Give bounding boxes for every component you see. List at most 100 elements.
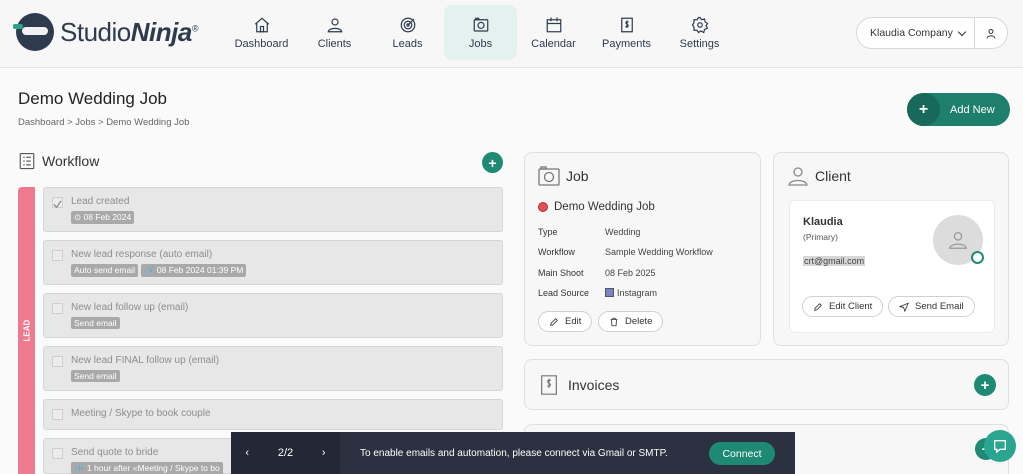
nav-jobs[interactable]: Jobs	[444, 5, 517, 60]
workflow-title: Workflow	[42, 153, 100, 169]
field-value: Wedding	[605, 227, 641, 237]
breadcrumb[interactable]: Dashboard > Jobs > Demo Wedding Job	[18, 117, 189, 128]
banner-page: 2/2	[277, 447, 294, 459]
edit-client-button[interactable]: Edit Client	[802, 296, 884, 317]
add-invoice-button[interactable]: +	[974, 374, 996, 396]
page-title: Demo Wedding Job	[18, 89, 167, 108]
edit-label: Edit	[565, 316, 582, 327]
task-tag: 🔗 1 hour after «Meeting / Skype to bo	[71, 462, 223, 474]
plus-icon: +	[907, 93, 940, 126]
connect-button[interactable]: Connect	[709, 442, 775, 465]
task-tag: Auto send email	[71, 264, 138, 277]
invoices-card: Invoices +	[524, 359, 1009, 410]
job-card: Job Demo Wedding Job Type Wedding Workflo…	[524, 152, 761, 346]
task-checkbox[interactable]	[52, 356, 63, 367]
target-icon	[400, 17, 415, 32]
client-details: Klaudia (Primary) crt@gmail.com Edit Cli…	[789, 200, 995, 333]
nav-settings-label: Settings	[679, 37, 720, 50]
task-checkbox[interactable]	[52, 448, 63, 459]
nav-payments[interactable]: Payments	[590, 5, 663, 60]
camera-icon	[538, 166, 560, 186]
task-title: New lead FINAL follow up (email)	[71, 355, 220, 366]
field-value: 08 Feb 2025	[605, 268, 656, 278]
workflow-header: Workflow	[18, 152, 99, 170]
chevron-right-icon[interactable]: ›	[322, 447, 326, 459]
nav-dashboard[interactable]: Dashboard	[225, 5, 298, 60]
task-checkbox[interactable]	[52, 250, 63, 261]
user-icon	[327, 17, 342, 32]
add-new-button[interactable]: + Add New	[907, 93, 1010, 126]
send-icon	[899, 301, 909, 312]
delete-job-button[interactable]: Delete	[598, 311, 664, 332]
task-tag: ⊙ 08 Feb 2024	[71, 211, 135, 224]
workflow-task[interactable]: New lead FINAL follow up (email) Send em…	[43, 346, 503, 391]
user-icon	[986, 28, 996, 39]
workflow-task[interactable]: Lead created ⊙ 08 Feb 2024	[43, 187, 503, 232]
chat-button[interactable]	[984, 430, 1016, 462]
send-email-label: Send Email	[915, 301, 964, 312]
client-name[interactable]: Klaudia	[803, 216, 843, 228]
task-title: Meeting / Skype to book couple	[71, 408, 211, 419]
task-tag: Send email	[71, 317, 120, 329]
add-workflow-task-button[interactable]: +	[482, 152, 503, 173]
chevron-left-icon[interactable]: ‹	[245, 447, 249, 459]
invoice-icon	[541, 375, 557, 395]
registered-mark: ®	[191, 22, 199, 33]
task-title: New lead response (auto email)	[71, 249, 213, 260]
main-nav: Dashboard Clients Leads Jobs Calendar Pa…	[225, 5, 736, 60]
field-label: Lead Source	[538, 288, 590, 298]
studio-ninja-logo[interactable]: StudioNinja®	[13, 13, 199, 51]
task-title: Lead created	[71, 196, 130, 207]
brand-name-bold: Ninja	[130, 16, 193, 47]
nav-settings[interactable]: Settings	[663, 5, 736, 60]
check-icon	[53, 200, 62, 209]
edit-job-button[interactable]: Edit	[538, 311, 593, 332]
camera-badge-icon[interactable]	[971, 251, 984, 264]
job-status-dot	[538, 202, 548, 212]
lead-stage-label: LEAD	[22, 319, 32, 342]
client-email[interactable]: crt@gmail.com	[803, 256, 866, 266]
nav-payments-label: Payments	[602, 37, 651, 50]
gear-icon	[691, 16, 708, 33]
lead-source-swatch	[605, 288, 614, 297]
edit-client-label: Edit Client	[829, 301, 873, 312]
client-card-title: Client	[815, 168, 851, 184]
user-icon	[948, 232, 968, 249]
job-name: Demo Wedding Job	[554, 201, 655, 213]
task-checkbox[interactable]	[52, 409, 63, 420]
task-checkbox[interactable]	[52, 197, 63, 209]
field-value: Sample Wedding Workflow	[605, 247, 713, 257]
field-value: Instagram	[617, 288, 658, 298]
nav-leads-label: Leads	[392, 37, 423, 50]
lead-stage-bar: LEAD	[18, 187, 35, 474]
task-tag: Send email	[71, 370, 120, 382]
camera-icon	[473, 17, 488, 32]
field-label: Workflow	[538, 247, 575, 257]
pencil-icon	[814, 302, 822, 311]
send-email-button[interactable]: Send Email	[888, 296, 975, 317]
add-new-label: Add New	[950, 103, 995, 116]
chevron-down-icon	[957, 27, 967, 37]
task-checkbox[interactable]	[52, 303, 63, 314]
company-label: Klaudia Company	[870, 27, 953, 39]
workflow-task[interactable]: Meeting / Skype to book couple	[43, 399, 503, 430]
checklist-icon	[19, 152, 35, 170]
nav-dashboard-label: Dashboard	[234, 37, 289, 50]
company-selector[interactable]: Klaudia Company	[856, 17, 975, 49]
nav-calendar[interactable]: Calendar	[517, 5, 590, 60]
user-menu-button[interactable]	[975, 17, 1008, 49]
trash-icon	[610, 317, 618, 326]
nav-clients-label: Clients	[317, 37, 352, 50]
banner-pager: ‹ 2/2 ›	[231, 432, 340, 474]
workflow-task[interactable]: New lead follow up (email) Send email	[43, 293, 503, 338]
nav-leads[interactable]: Leads	[371, 5, 444, 60]
client-card: Client Klaudia (Primary) crt@gmail.com E…	[773, 152, 1009, 346]
workflow-task[interactable]: New lead response (auto email) Auto send…	[43, 240, 503, 285]
field-label: Main Shoot	[538, 268, 584, 278]
client-icon	[788, 167, 808, 186]
top-navigation-bar: StudioNinja® Dashboard Clients Leads Job…	[0, 0, 1023, 68]
field-label: Type	[538, 227, 558, 237]
task-tag: 🔗 08 Feb 2024 01:39 PM	[140, 264, 247, 277]
nav-clients[interactable]: Clients	[298, 5, 371, 60]
banner-message: To enable emails and automation, please …	[360, 447, 668, 459]
